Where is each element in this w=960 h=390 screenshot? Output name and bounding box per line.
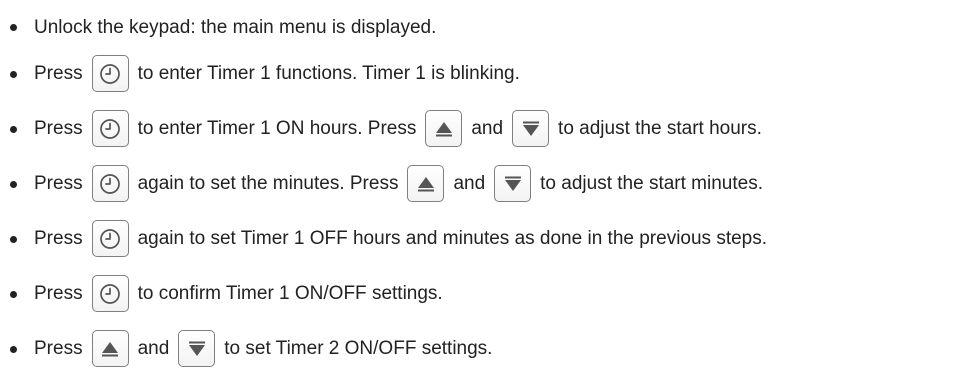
down-key (494, 165, 532, 202)
clock-icon (100, 283, 120, 304)
bullet (10, 290, 17, 298)
step-text: to enter Timer 1 functions. Timer 1 is b… (137, 63, 520, 84)
step-text: Press (34, 283, 83, 304)
clock-icon (100, 118, 120, 139)
instruction-list: Unlock the keypad: the main menu is disp… (0, 0, 960, 376)
list-item: Unlock the keypad: the main menu is disp… (10, 8, 960, 46)
down-arrow-icon (504, 176, 521, 191)
step-text: Press (34, 173, 83, 194)
step-text: and (453, 173, 486, 194)
down-arrow-icon (188, 341, 205, 356)
clock-key (91, 110, 129, 147)
list-item: Press to enter Timer 1 functions. Timer … (10, 46, 960, 101)
list-item: Press to confirm Timer 1 ON/OFF settings… (10, 266, 960, 321)
step-text: Press (34, 63, 83, 84)
down-arrow-icon (522, 121, 539, 136)
list-item: Press and to set Timer 2 ON/OFF settings… (10, 321, 960, 376)
step-text: and (137, 338, 170, 359)
clock-key (91, 220, 129, 257)
list-item: Press again to set the minutes. Press an… (10, 156, 960, 211)
up-key (425, 110, 463, 147)
clock-icon (100, 63, 120, 84)
clock-key (91, 165, 129, 202)
up-arrow-icon (417, 176, 434, 191)
clock-icon (100, 228, 120, 249)
clock-key (91, 55, 129, 92)
step-text: again to set the minutes. Press (137, 173, 399, 194)
list-item: Press to enter Timer 1 ON hours. Press a… (10, 101, 960, 156)
down-key (512, 110, 550, 147)
up-key (407, 165, 445, 202)
step-text: to adjust the start hours. (558, 118, 762, 139)
step-text: Press (34, 338, 83, 359)
step-text: to set Timer 2 ON/OFF settings. (224, 338, 493, 359)
step-text: Press (34, 118, 83, 139)
step-text: again to set Timer 1 OFF hours and minut… (137, 228, 768, 249)
bullet (10, 345, 17, 353)
clock-icon (100, 173, 120, 194)
step-text: to adjust the start minutes. (540, 173, 763, 194)
bullet (10, 180, 17, 188)
step-text: to enter Timer 1 ON hours. Press (137, 118, 417, 139)
bullet (10, 235, 17, 243)
up-arrow-icon (435, 121, 452, 136)
bullet (10, 24, 17, 31)
up-key (91, 330, 129, 367)
step-text: Press (34, 228, 83, 249)
step-text: to confirm Timer 1 ON/OFF settings. (137, 283, 443, 304)
bullet (10, 125, 17, 133)
up-arrow-icon (102, 341, 119, 356)
step-text: Unlock the keypad: the main menu is disp… (34, 16, 437, 38)
list-item: Press again to set Timer 1 OFF hours and… (10, 211, 960, 266)
clock-key (91, 275, 129, 312)
step-text: and (471, 118, 504, 139)
bullet (10, 70, 17, 78)
down-key (178, 330, 216, 367)
